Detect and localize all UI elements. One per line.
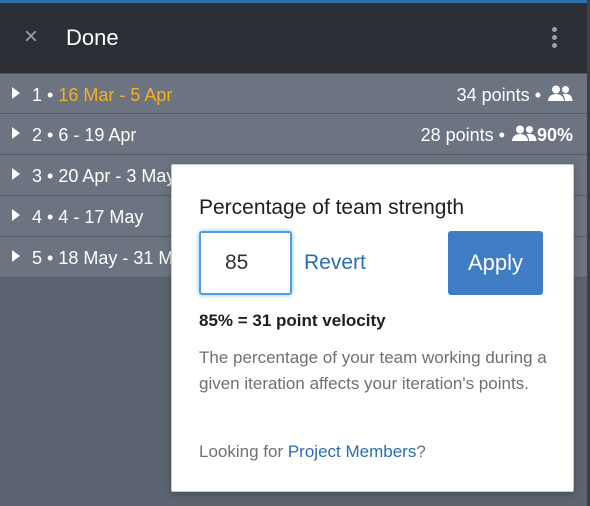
- iteration-number: 1: [32, 85, 43, 105]
- iteration-dates: 18 May - 31 M: [58, 248, 174, 268]
- iteration-label: 2 • 6 - 19 Apr: [32, 125, 137, 145]
- team-strength-popover: Percentage of team strength Revert Apply…: [171, 164, 574, 492]
- iteration-label: 1 • 16 Mar - 5 Apr: [32, 85, 173, 105]
- people-icon[interactable]: [511, 125, 537, 145]
- iteration-row-2[interactable]: 2 • 6 - 19 Apr 28 points • 90%: [0, 114, 587, 155]
- members-prefix: Looking for: [199, 442, 288, 461]
- popover-title: Percentage of team strength: [199, 196, 464, 219]
- velocity-text: 85% = 31 point velocity: [199, 311, 386, 330]
- revert-link[interactable]: Revert: [304, 251, 366, 275]
- iteration-summary: 34 points •: [457, 85, 573, 105]
- panel-title: Done: [66, 25, 119, 50]
- iteration-number: 5: [32, 248, 43, 268]
- iteration-label: 5 • 18 May - 31 M: [32, 248, 174, 268]
- team-strength-percent: 90%: [536, 125, 573, 145]
- iteration-points: 34 points: [456, 85, 530, 105]
- close-icon[interactable]: ×: [24, 25, 44, 49]
- members-hint: Looking for Project Members?: [199, 440, 426, 464]
- iteration-label: 3 • 20 Apr - 3 May: [32, 166, 176, 186]
- iteration-row-1[interactable]: 1 • 16 Mar - 5 Apr 34 points •: [0, 73, 587, 114]
- iteration-dates: 16 Mar - 5 Apr: [58, 85, 173, 105]
- caret-right-icon[interactable]: [12, 250, 20, 262]
- iteration-number: 3: [32, 166, 43, 186]
- iteration-dates: 4 - 17 May: [58, 207, 144, 227]
- iteration-label: 4 • 4 - 17 May: [32, 207, 144, 227]
- members-suffix: ?: [416, 442, 426, 461]
- caret-right-icon[interactable]: [12, 87, 20, 99]
- iteration-number: 2: [32, 125, 43, 145]
- iteration-dates: 6 - 19 Apr: [58, 125, 137, 145]
- panel-header: × Done: [0, 3, 587, 73]
- iteration-summary: 28 points • 90%: [420, 125, 573, 145]
- more-vertical-icon[interactable]: [549, 27, 559, 53]
- caret-right-icon[interactable]: [12, 168, 20, 180]
- iteration-dates: 20 Apr - 3 May: [58, 166, 176, 186]
- caret-right-icon[interactable]: [12, 127, 20, 139]
- iteration-number: 4: [32, 207, 43, 227]
- people-icon[interactable]: [547, 85, 573, 105]
- apply-button[interactable]: Apply: [448, 231, 543, 295]
- team-strength-input[interactable]: [199, 231, 292, 295]
- strength-description: The percentage of your team working duri…: [199, 348, 547, 393]
- iteration-points: 28 points: [420, 125, 494, 145]
- project-members-link[interactable]: Project Members: [288, 442, 416, 461]
- caret-right-icon[interactable]: [12, 209, 20, 221]
